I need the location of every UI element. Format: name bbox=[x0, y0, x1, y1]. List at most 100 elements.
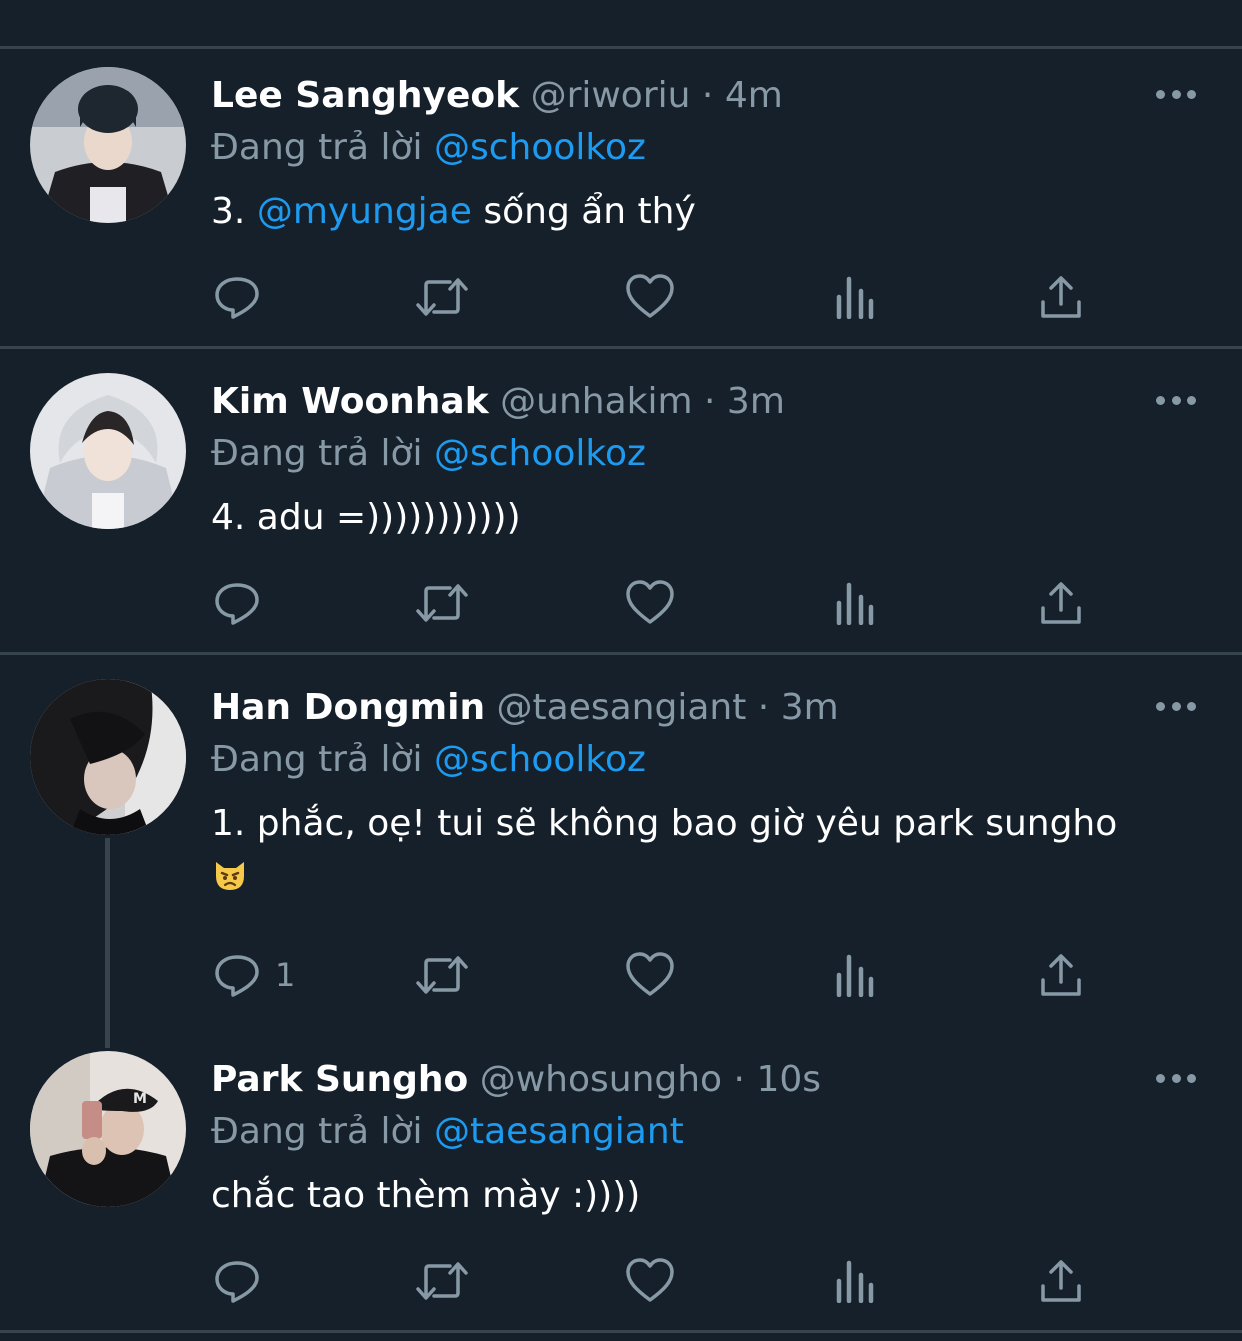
handle[interactable]: @unhakim bbox=[500, 381, 692, 422]
analytics-button[interactable] bbox=[835, 1256, 875, 1306]
tweet-text: chắc tao thèm mày :)))) bbox=[211, 1175, 641, 1216]
reply-icon bbox=[213, 951, 261, 999]
analytics-icon bbox=[835, 581, 875, 625]
display-name[interactable]: Park Sungho bbox=[211, 1059, 468, 1100]
tweet-body: Park Sungho @whosungho · 10s Đang trả lờ… bbox=[211, 1057, 1172, 1225]
more-icon[interactable] bbox=[1156, 393, 1196, 407]
replying-to-label: Đang trả lời bbox=[211, 127, 423, 168]
share-icon bbox=[1039, 580, 1083, 626]
handle[interactable]: @taesangiant bbox=[497, 687, 747, 728]
reply-button[interactable]: 1 bbox=[213, 950, 295, 1000]
replying-to-label: Đang trả lời bbox=[211, 433, 423, 474]
svg-text:M: M bbox=[133, 1091, 147, 1107]
analytics-button[interactable] bbox=[835, 272, 875, 322]
analytics-icon bbox=[835, 275, 875, 319]
more-icon[interactable] bbox=[1156, 699, 1196, 713]
display-name[interactable]: Kim Woonhak bbox=[211, 381, 489, 422]
heart-button[interactable] bbox=[625, 578, 675, 628]
heart-button[interactable] bbox=[625, 950, 675, 1000]
reply-button[interactable] bbox=[213, 272, 275, 322]
replying-to: Đang trả lời @schoolkoz bbox=[211, 431, 1172, 477]
analytics-icon bbox=[835, 953, 875, 997]
tweet-header: Park Sungho @whosungho · 10s bbox=[211, 1057, 1172, 1103]
display-name[interactable]: Lee Sanghyeok bbox=[211, 75, 519, 116]
retweet-button[interactable] bbox=[414, 578, 470, 628]
tweet-body: Han Dongmin @taesangiant · 3m Đang trả l… bbox=[211, 685, 1172, 912]
reply-icon bbox=[213, 579, 261, 627]
display-name[interactable]: Han Dongmin bbox=[211, 687, 485, 728]
tweet-text: 3. @myungjae sống ẩn thý bbox=[211, 183, 1172, 241]
tweet-lee-sanghyeok[interactable]: Lee Sanghyeok @riworiu · 4m Đang trả lời… bbox=[0, 49, 1242, 346]
heart-icon bbox=[625, 1257, 675, 1305]
replying-to-mention[interactable]: @schoolkoz bbox=[434, 127, 646, 168]
analytics-button[interactable] bbox=[835, 950, 875, 1000]
share-icon bbox=[1039, 274, 1083, 320]
retweet-button[interactable] bbox=[414, 272, 470, 322]
retweet-icon bbox=[414, 951, 470, 999]
reply-count: 1 bbox=[275, 956, 296, 994]
share-button[interactable] bbox=[1039, 950, 1083, 1000]
avatar[interactable] bbox=[30, 67, 186, 223]
divider bbox=[0, 1330, 1242, 1333]
share-button[interactable] bbox=[1039, 1256, 1083, 1306]
analytics-icon bbox=[835, 1259, 875, 1303]
tweet-han-dongmin[interactable]: Han Dongmin @taesangiant · 3m Đang trả l… bbox=[0, 655, 1242, 1025]
tweet-text-content: 1. phắc, oẹ! tui sẽ không bao giờ yêu pa… bbox=[211, 803, 1118, 844]
share-icon bbox=[1039, 1258, 1083, 1304]
more-icon[interactable] bbox=[1156, 1071, 1196, 1085]
avatar[interactable] bbox=[30, 679, 186, 835]
retweet-icon bbox=[414, 579, 470, 627]
replying-to: Đang trả lời @schoolkoz bbox=[211, 737, 1172, 783]
tweet-text: 4. adu =))))))))))) bbox=[211, 497, 521, 538]
timestamp[interactable]: 10s bbox=[756, 1059, 821, 1100]
replying-to-mention[interactable]: @taesangiant bbox=[434, 1111, 684, 1152]
share-button[interactable] bbox=[1039, 578, 1083, 628]
separator: · bbox=[701, 75, 714, 116]
heart-icon bbox=[625, 273, 675, 321]
heart-button[interactable] bbox=[625, 272, 675, 322]
reply-button[interactable] bbox=[213, 578, 275, 628]
timestamp[interactable]: 4m bbox=[725, 75, 783, 116]
replying-to: Đang trả lời @taesangiant bbox=[211, 1109, 1172, 1155]
more-icon[interactable] bbox=[1156, 87, 1196, 101]
share-icon bbox=[1039, 952, 1083, 998]
avatar[interactable] bbox=[30, 373, 186, 529]
tweet-body: Lee Sanghyeok @riworiu · 4m Đang trả lời… bbox=[211, 73, 1172, 241]
reply-icon bbox=[213, 273, 261, 321]
replying-to: Đang trả lời @schoolkoz bbox=[211, 125, 1172, 171]
retweet-icon bbox=[414, 1257, 470, 1305]
separator: · bbox=[733, 1059, 745, 1100]
heart-icon bbox=[625, 579, 675, 627]
analytics-button[interactable] bbox=[835, 578, 875, 628]
reply-icon bbox=[213, 1257, 261, 1305]
tweet-header: Lee Sanghyeok @riworiu · 4m bbox=[211, 73, 1172, 119]
retweet-icon bbox=[414, 273, 470, 321]
replying-to-mention[interactable]: @schoolkoz bbox=[434, 433, 646, 474]
tweet-actions bbox=[211, 272, 1111, 322]
tweet-text-suffix: sống ẩn thý bbox=[483, 191, 696, 232]
replying-to-label: Đang trả lời bbox=[211, 739, 423, 780]
separator: · bbox=[757, 687, 770, 728]
reply-button[interactable] bbox=[213, 1256, 275, 1306]
timestamp[interactable]: 3m bbox=[727, 381, 785, 422]
heart-icon bbox=[625, 951, 675, 999]
handle[interactable]: @riworiu bbox=[531, 75, 691, 116]
heart-button[interactable] bbox=[625, 1256, 675, 1306]
replying-to-mention[interactable]: @schoolkoz bbox=[434, 739, 646, 780]
handle[interactable]: @whosungho bbox=[480, 1059, 722, 1100]
tweet-park-sungho[interactable]: M Park Sungho @whosungho · 10s Đang trả … bbox=[0, 1027, 1242, 1327]
tweet-actions bbox=[211, 1256, 1111, 1306]
avatar[interactable]: M bbox=[30, 1051, 186, 1207]
retweet-button[interactable] bbox=[414, 950, 470, 1000]
tweet-actions bbox=[211, 578, 1111, 628]
tweet-actions: 1 bbox=[211, 950, 1111, 1000]
tweet-mention[interactable]: @myungjae bbox=[257, 191, 472, 232]
retweet-button[interactable] bbox=[414, 1256, 470, 1306]
timeline: Lee Sanghyeok @riworiu · 4m Đang trả lời… bbox=[0, 0, 1242, 1341]
separator: · bbox=[704, 381, 716, 422]
share-button[interactable] bbox=[1039, 272, 1083, 322]
tweet-text-prefix: 3. bbox=[211, 191, 246, 232]
tweet-kim-woonhak[interactable]: Kim Woonhak @unhakim · 3m Đang trả lời @… bbox=[0, 349, 1242, 652]
timestamp[interactable]: 3m bbox=[781, 687, 839, 728]
tweet-body: Kim Woonhak @unhakim · 3m Đang trả lời @… bbox=[211, 379, 1172, 547]
